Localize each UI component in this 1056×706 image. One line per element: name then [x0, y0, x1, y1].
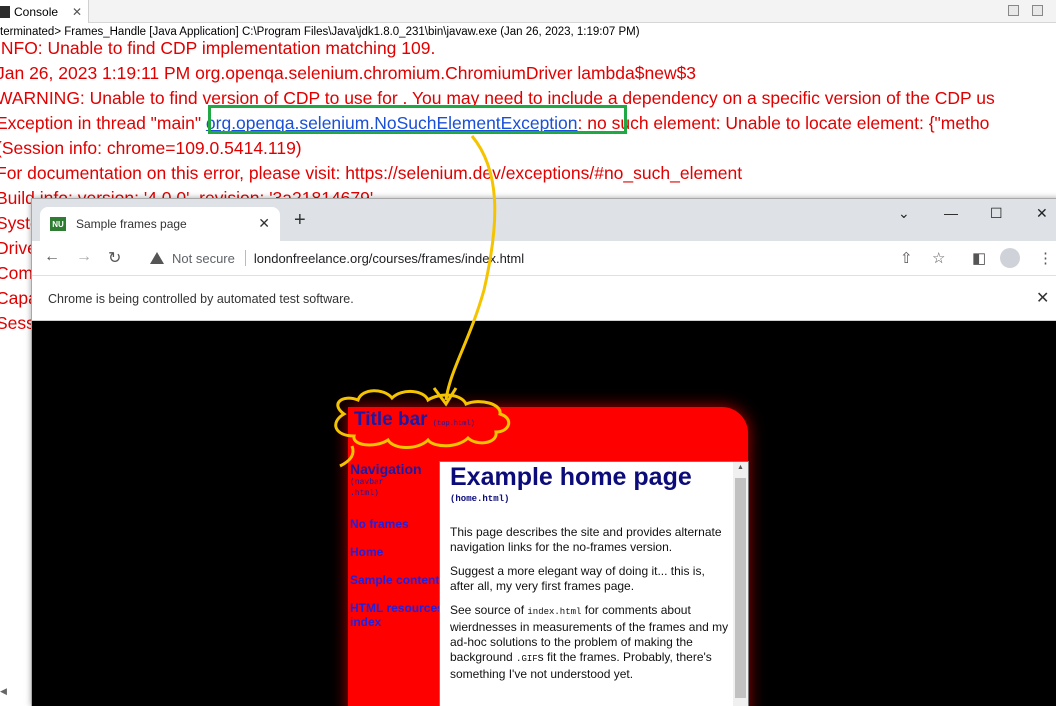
- window-close-icon[interactable]: ✕: [1036, 205, 1048, 222]
- browser-toolbar: ← → ↻ Not secure londonfreelance.org/cou…: [32, 241, 1056, 275]
- title-bar-text: Title bar: [354, 409, 428, 430]
- scroll-up-icon[interactable]: ▲: [737, 464, 744, 471]
- tab-close-icon[interactable]: ✕: [258, 215, 270, 232]
- forward-arrow-icon[interactable]: →: [76, 248, 92, 266]
- tab-search-chevron-icon[interactable]: ⌄: [898, 205, 910, 222]
- console-line: Jan 26, 2023 1:19:11 PM org.openqa.selen…: [0, 63, 697, 83]
- home-paragraph: Suggest a more elegant way of doing it..…: [450, 564, 705, 593]
- console-line: For documentation on this error, please …: [0, 163, 743, 183]
- home-paragraph: This page describes the site and provide…: [450, 525, 722, 554]
- share-icon[interactable]: ⇧: [900, 249, 913, 267]
- favicon-icon: NU: [50, 217, 66, 231]
- home-file-label: (home.html): [450, 494, 510, 504]
- tab-title: Sample frames page: [76, 217, 187, 231]
- home-frame: Example home page (home.html) This page …: [439, 461, 749, 706]
- exception-suffix: : no such element: Unable to locate elem…: [577, 113, 990, 133]
- not-secure-label[interactable]: Not secure: [172, 251, 235, 266]
- back-arrow-icon[interactable]: ←: [44, 248, 60, 266]
- reload-icon[interactable]: ↻: [108, 248, 121, 268]
- console-tab-close-icon[interactable]: ✕: [72, 5, 82, 19]
- home-paragraph: See source of index.html for comments ab…: [450, 603, 732, 682]
- tab-strip: NU Sample frames page ✕ + ⌄ — ☐ ✕: [32, 199, 1056, 241]
- console-line: INFO: Unable to find CDP implementation …: [0, 38, 436, 58]
- console-icon: [0, 5, 10, 18]
- title-bar-file: (top.html): [432, 420, 475, 428]
- star-icon[interactable]: ☆: [932, 249, 945, 267]
- chrome-window: NU Sample frames page ✕ + ⌄ — ☐ ✕ ← → ↻ …: [31, 198, 1056, 706]
- console-tabbar: Console ✕: [0, 0, 1056, 23]
- console-tab[interactable]: Console ✕: [0, 0, 90, 23]
- page-viewport: Title bar (top.html) Navigation (navbar …: [32, 321, 1056, 706]
- scroll-left-icon[interactable]: ◀: [0, 686, 30, 696]
- console-tab-label: Console: [14, 4, 59, 19]
- paragraph-text: See source of: [450, 603, 528, 617]
- console-maximize-button[interactable]: [1032, 5, 1043, 16]
- infobar-close-icon[interactable]: ✕: [1036, 276, 1049, 322]
- console-minimize-button[interactable]: [1008, 5, 1019, 16]
- maximize-icon[interactable]: ☐: [990, 205, 1003, 222]
- automation-infobar: Chrome is being controlled by automated …: [32, 275, 1056, 321]
- home-heading: Example home page: [450, 463, 692, 491]
- minimize-icon[interactable]: —: [944, 205, 958, 221]
- side-panel-icon[interactable]: ◧: [972, 249, 986, 267]
- home-scrollbar[interactable]: ▲: [733, 462, 748, 706]
- url-text[interactable]: londonfreelance.org/courses/frames/index…: [254, 251, 524, 266]
- title-bar-frame: Title bar (top.html): [354, 409, 475, 431]
- menu-kebab-icon[interactable]: ⋮: [1038, 249, 1053, 267]
- new-tab-icon[interactable]: +: [294, 209, 306, 232]
- console-line: (Session info: chrome=109.0.5414.119): [0, 138, 302, 158]
- highlight-box: [208, 105, 627, 134]
- warning-icon: [150, 252, 164, 264]
- home-content: Example home page (home.html) This page …: [450, 462, 732, 691]
- browser-tab[interactable]: NU Sample frames page ✕: [40, 207, 280, 241]
- url-divider: [244, 250, 246, 266]
- code-text: index.html: [527, 607, 582, 617]
- scroll-thumb[interactable]: [735, 478, 746, 698]
- infobar-text: Chrome is being controlled by automated …: [48, 292, 354, 306]
- code-text: .GIF: [516, 654, 538, 664]
- address-bar[interactable]: Not secure londonfreelance.org/courses/f…: [140, 245, 960, 271]
- exception-prefix: Exception in thread "main": [0, 113, 206, 133]
- profile-avatar[interactable]: [1000, 248, 1020, 268]
